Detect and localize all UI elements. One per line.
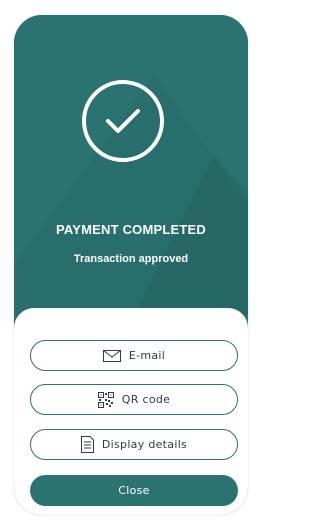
payment-result-card: PAYMENT COMPLETED Transaction approved E… [14,15,248,515]
email-button[interactable]: E-mail [30,340,238,371]
email-button-label: E-mail [128,349,166,362]
qr-code-icon [97,391,114,408]
close-button-label: Close [118,484,150,497]
qr-code-button[interactable]: QR code [30,384,238,415]
actions-sheet: E-mail QR code Display details Close [14,308,248,515]
document-icon [80,436,94,453]
close-button[interactable]: Close [30,475,238,506]
qr-code-button-label: QR code [121,393,171,406]
checkmark-circle-icon [82,80,164,162]
display-details-button[interactable]: Display details [30,429,238,460]
payment-status-header: PAYMENT COMPLETED Transaction approved [14,15,248,315]
payment-subtitle: Transaction approved [73,253,189,265]
envelope-icon [102,349,121,362]
display-details-button-label: Display details [101,438,188,451]
background-pattern [14,75,248,315]
payment-title: PAYMENT COMPLETED [55,222,207,237]
